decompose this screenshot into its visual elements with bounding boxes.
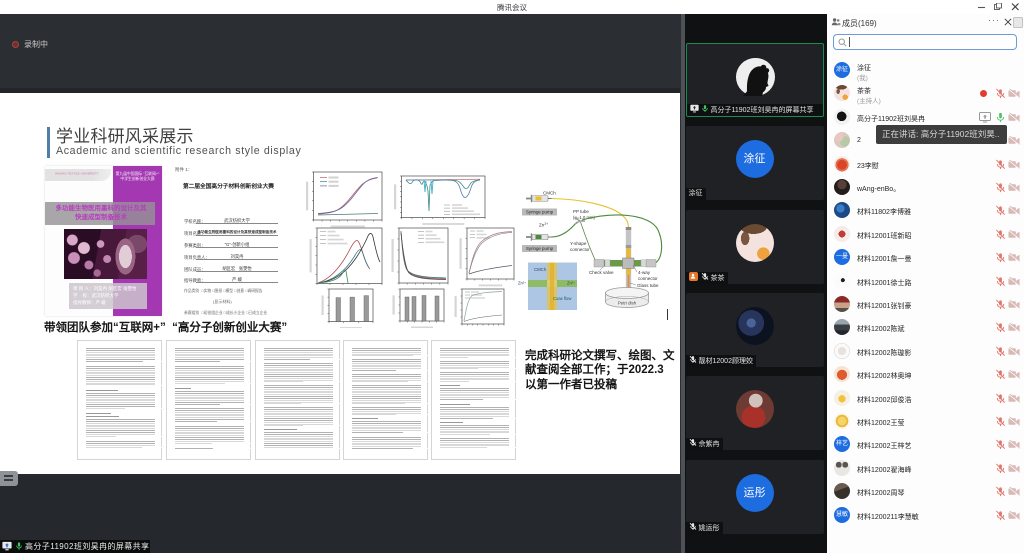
svg-text:connector: connector [638,276,658,281]
svg-text:Petri dish: Petri dish [618,301,637,306]
svg-text:Glass tube: Glass tube [637,283,659,288]
svg-text:Syringe pump: Syringe pump [526,210,554,215]
svg-text:PP tube: PP tube [573,209,589,214]
svg-text:CMCh: CMCh [534,267,547,272]
svg-text:Coax flow: Coax flow [553,296,572,301]
svg-text:connector: connector [570,247,590,252]
svg-text:Y-shape: Y-shape [570,241,587,246]
svg-text:4-way: 4-way [638,270,651,275]
svg-text:2+: 2+ [523,280,527,284]
svg-text:2+: 2+ [545,222,549,226]
svg-text:Check valve: Check valve [589,270,614,275]
svg-text:CMCh: CMCh [543,191,556,196]
svg-text:2+: 2+ [572,280,576,284]
svg-text:Syringe pump: Syringe pump [526,246,554,251]
